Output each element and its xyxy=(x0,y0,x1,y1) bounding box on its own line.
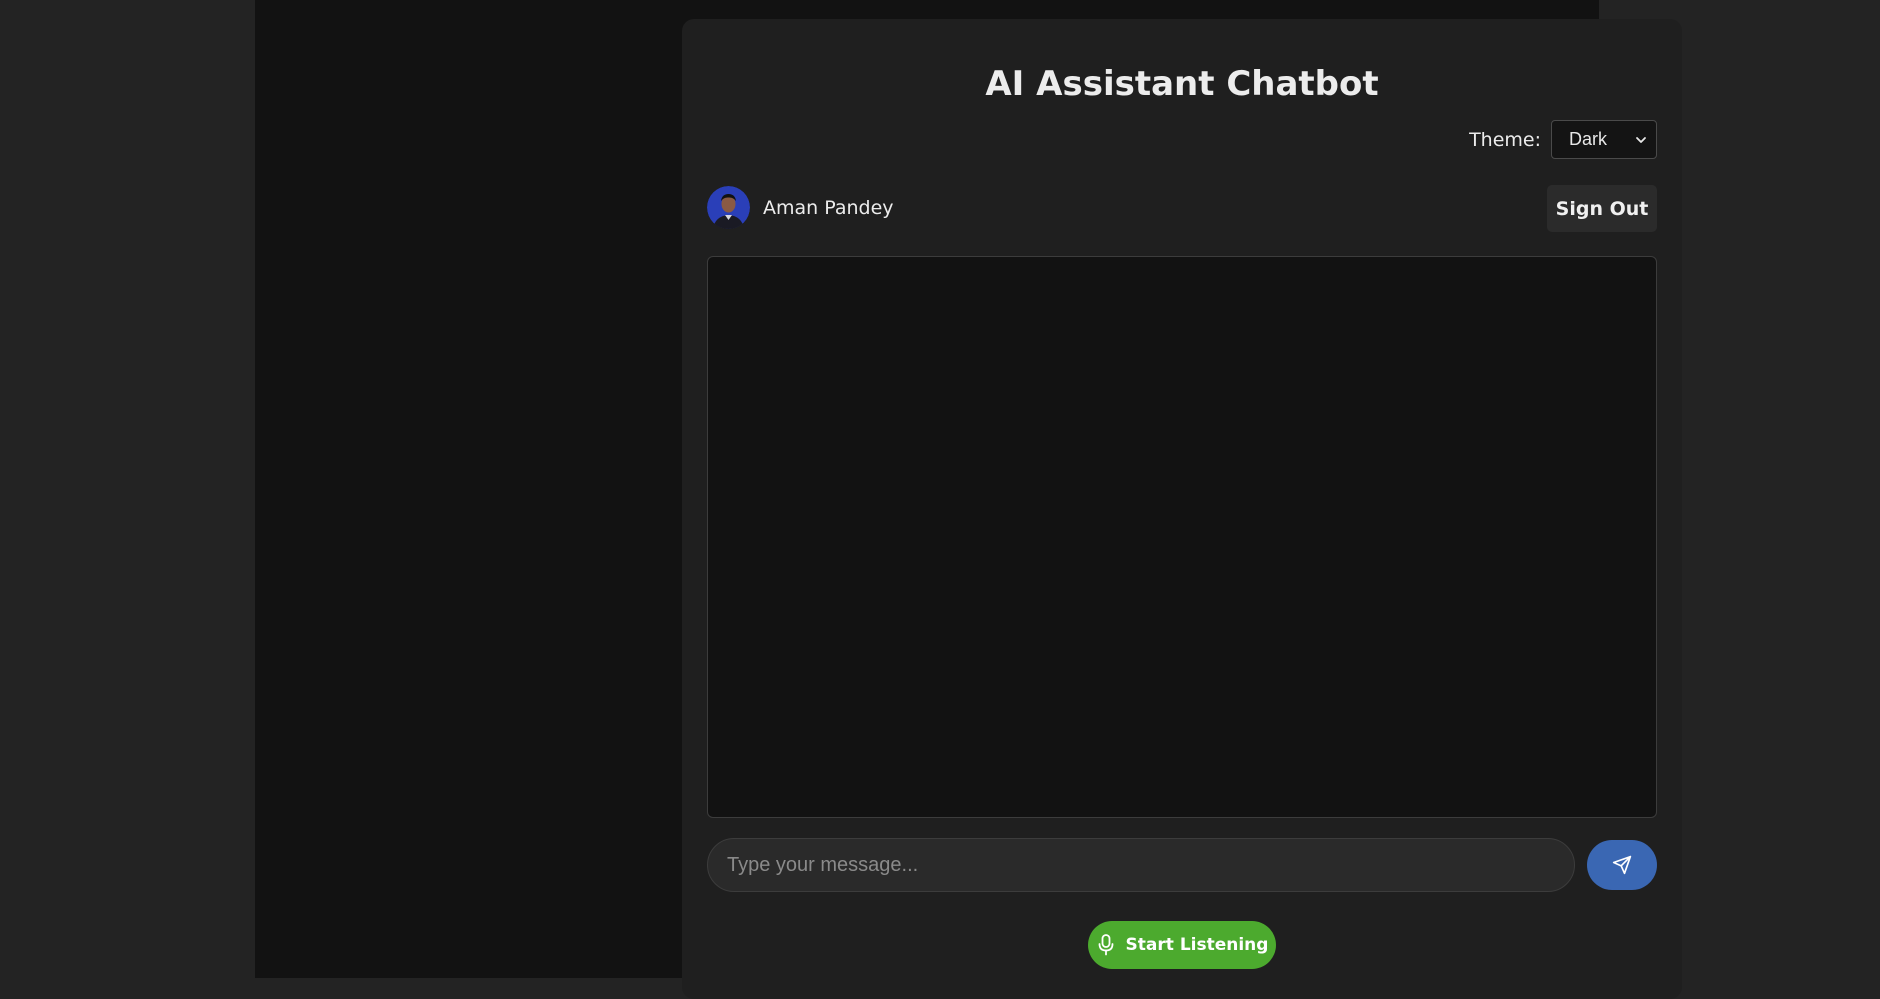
microphone-icon xyxy=(1098,934,1113,956)
theme-select[interactable]: Dark xyxy=(1551,120,1657,159)
page-column: AI Assistant Chatbot Theme: Dark Aman Pa… xyxy=(255,0,1682,999)
avatar xyxy=(707,186,750,229)
chat-card: AI Assistant Chatbot Theme: Dark Aman Pa… xyxy=(682,19,1682,999)
send-button[interactable] xyxy=(1587,840,1657,890)
message-input-placeholder: Type your message... xyxy=(727,853,919,876)
start-listening-label: Start Listening xyxy=(1125,935,1269,955)
user-name: Aman Pandey xyxy=(763,196,894,219)
chevron-down-icon xyxy=(1636,137,1646,143)
user-avatar-icon xyxy=(707,186,750,229)
send-icon xyxy=(1612,855,1632,875)
message-input[interactable]: Type your message... xyxy=(707,838,1575,892)
theme-label: Theme: xyxy=(1469,128,1541,151)
theme-selector-row: Theme: Dark xyxy=(1469,120,1657,159)
user-info: Aman Pandey xyxy=(707,186,894,229)
start-listening-button[interactable]: Start Listening xyxy=(1088,921,1276,969)
theme-select-value: Dark xyxy=(1569,129,1608,149)
sign-out-button[interactable]: Sign Out xyxy=(1547,185,1657,232)
page-title: AI Assistant Chatbot xyxy=(985,64,1379,104)
chat-messages-area xyxy=(707,256,1657,818)
